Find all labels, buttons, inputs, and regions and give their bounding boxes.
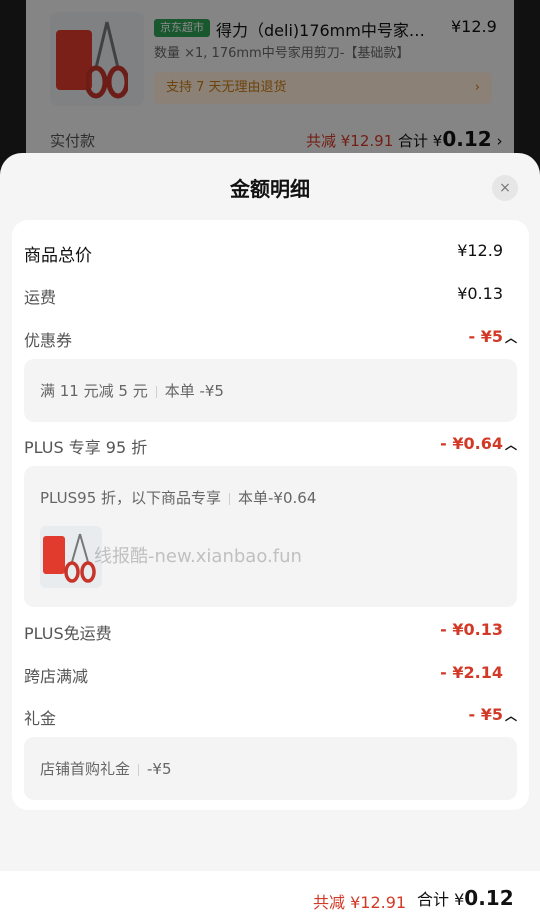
goods-total-label: 商品总价	[24, 246, 92, 266]
cross-store-value: - ¥2.14	[440, 663, 503, 682]
coupon-toggle[interactable]: - ¥5 ︿	[469, 327, 518, 346]
plus95-value: - ¥0.64	[440, 434, 503, 453]
footer-bar: 共减 ¥12.91 合计 ¥0.12	[0, 871, 540, 914]
goods-total-value: ¥12.9	[457, 241, 503, 260]
coupon-detail: 满 11 元减 5 元本单 -¥5	[24, 359, 517, 422]
coupon-detail-text: 满 11 元减 5 元本单 -¥5	[40, 382, 224, 400]
gift-value: - ¥5	[468, 705, 503, 724]
plus95-detail: PLUS95 折，以下商品专享 本单-¥0.64 线报酷-new.xianbao.…	[24, 466, 517, 607]
sheet-title: 金额明细	[230, 177, 310, 201]
plus95-toggle[interactable]: - ¥0.64 ︿	[440, 434, 517, 453]
detail-panel: 商品总价 ¥12.9 运费 ¥0.13 优惠券 - ¥5 ︿ 满 11 元减 5 …	[12, 220, 529, 810]
gift-detail: 店铺首购礼金 -¥5	[24, 737, 517, 800]
footer-total: 合计 ¥0.12	[417, 886, 514, 910]
plus95-label: PLUS 专享 95 折	[24, 438, 148, 457]
chevron-up-icon: ︿	[504, 331, 517, 345]
plus95-detail-text: PLUS95 折，以下商品专享 本单-¥0.64	[40, 489, 317, 507]
watermark: 线报酷-new.xianbao.fun	[94, 546, 302, 567]
cross-store-label: 跨店满减	[24, 667, 89, 686]
chevron-up-icon: ︿	[504, 709, 517, 723]
gift-toggle[interactable]: - ¥5 ︿	[469, 705, 518, 724]
scissors-icon	[64, 533, 96, 583]
plus-free-ship-value: - ¥0.13	[440, 620, 503, 639]
gift-label: 礼金	[24, 709, 57, 728]
chevron-up-icon: ︿	[504, 438, 517, 452]
coupon-label: 优惠券	[24, 331, 73, 350]
coupon-value: - ¥5	[468, 327, 503, 346]
close-button[interactable]: ×	[492, 175, 518, 201]
gift-detail-text: 店铺首购礼金 -¥5	[40, 760, 172, 778]
plus-free-ship-label: PLUS免运费	[24, 624, 112, 643]
amount-detail-sheet: 金额明细 × 商品总价 ¥12.9 运费 ¥0.13 优惠券 - ¥5 ︿ 满 1…	[0, 153, 540, 914]
shipping-label: 运费	[24, 288, 57, 307]
shipping-value: ¥0.13	[457, 284, 503, 303]
close-icon: ×	[499, 180, 511, 196]
plus95-product-thumbnail[interactable]	[40, 526, 102, 588]
footer-discount: 共减 ¥12.91	[313, 893, 407, 912]
